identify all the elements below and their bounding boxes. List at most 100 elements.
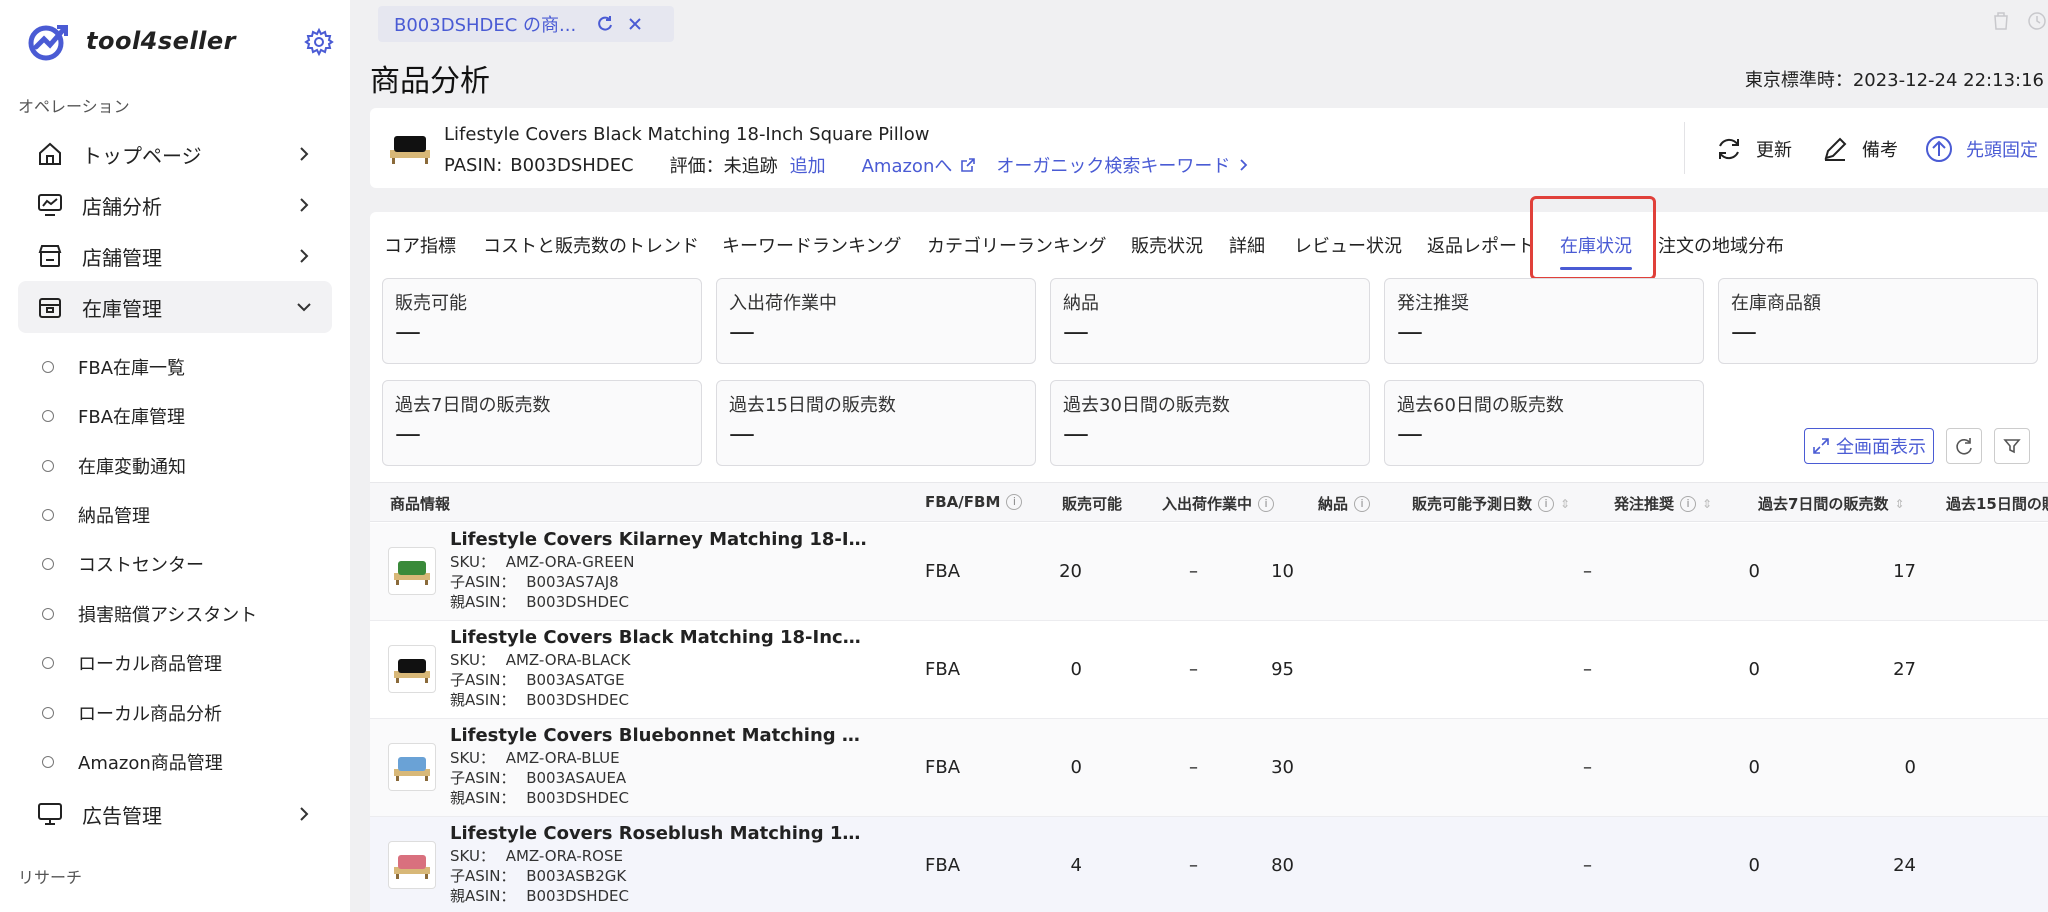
sidebar-item-top[interactable]: トップページ — [18, 128, 332, 180]
sidebar-sub-fba-manage[interactable]: FBA在庫管理 — [42, 401, 185, 431]
stat-60d: 過去60日間の販売数 — — [1384, 380, 1704, 466]
analysis-tabs: コア指標 コストと販売数のトレンド キーワードランキング カテゴリーランキング … — [370, 196, 2048, 280]
cell-7d: 24 — [1893, 855, 1916, 876]
refresh-button[interactable]: 更新 — [1714, 134, 1792, 164]
col-label: 納品 — [1318, 495, 1349, 513]
sidebar-sub-damage[interactable]: 損害賠償アシスタント — [42, 599, 257, 629]
product-title[interactable]: Lifestyle Covers Black Matching 18-Inch … — [450, 627, 870, 648]
parent-asin-value: B003DSHDEC — [526, 887, 629, 905]
chevron-right-icon[interactable] — [1236, 157, 1252, 173]
fullscreen-button[interactable]: 全画面表示 — [1804, 428, 1934, 464]
info-icon[interactable]: i — [1354, 495, 1371, 512]
table-row[interactable]: Lifestyle Covers Kilarney Matching 18-In… — [370, 523, 2048, 621]
section-operation: オペレーション — [18, 97, 130, 116]
child-asin-label: 子ASIN： — [450, 671, 516, 689]
tab-details[interactable]: 詳細 — [1229, 232, 1265, 258]
sort-icon[interactable]: ⇕ — [1894, 497, 1904, 511]
bullet — [42, 509, 54, 521]
sidebar-item-store-analysis[interactable]: 店舗分析 — [18, 179, 332, 231]
stat-label: 在庫商品額 — [1731, 293, 1821, 314]
rating-label: 評価： — [669, 156, 724, 177]
col-days: 販売可能予測日数 i ⇕ — [1412, 493, 1570, 514]
table-header: 商品情報 FBA/FBM i 販売可能 入出荷作業中 i 納品 i 販売可能予測日数 i… — [370, 482, 2048, 522]
stat-value: — — [395, 419, 421, 449]
trash-icon[interactable] — [1990, 10, 2012, 32]
tab-sales[interactable]: 販売状況 — [1131, 232, 1203, 258]
rating-value: 未追跡 — [723, 156, 778, 177]
clock-icon[interactable] — [2026, 10, 2048, 32]
add-link[interactable]: 追加 — [790, 152, 826, 178]
stat-value: — — [1063, 419, 1089, 449]
sidebar-sub-local-products[interactable]: ローカル商品管理 — [42, 648, 222, 678]
pillow-swatch — [398, 855, 426, 869]
cell-reorder: 0 — [1748, 659, 1760, 680]
pencil-icon — [1824, 137, 1847, 161]
tab-region[interactable]: 注文の地域分布 — [1658, 232, 1784, 258]
sort-icon[interactable]: ⇕ — [1702, 497, 1712, 511]
product-thumbnail — [388, 743, 436, 791]
sidebar-sub-cost-center[interactable]: コストセンター — [42, 549, 204, 579]
external-link-icon[interactable] — [960, 157, 976, 173]
clock-value: 2023-12-24 22:13:16 — [1852, 70, 2044, 91]
page-tab[interactable]: B003DSHDEC の商... — [378, 6, 674, 42]
sku-value: AMZ-ORA-BLACK — [505, 651, 631, 669]
sidebar-item-ads[interactable]: 広告管理 — [18, 788, 332, 840]
info-icon[interactable]: i — [1258, 495, 1275, 512]
cell-inbound: – — [1189, 855, 1198, 876]
sku-line: SKU： AMZ-ORA-GREEN — [450, 551, 635, 572]
tab-cost-trend[interactable]: コストと販売数のトレンド — [483, 232, 699, 258]
table-row[interactable]: Lifestyle Covers Black Matching 18-Inch … — [370, 621, 2048, 719]
sidebar-item-label: 在庫管理 — [82, 296, 162, 321]
sidebar-item-store-management[interactable]: 店舗管理 — [18, 230, 332, 282]
gear-icon[interactable] — [304, 27, 334, 57]
table-refresh-button[interactable] — [1946, 428, 1982, 464]
cell-reorder: 0 — [1748, 561, 1760, 582]
stat-value: — — [1397, 317, 1423, 347]
sidebar-item-label: 広告管理 — [82, 803, 162, 828]
bullet — [42, 608, 54, 620]
arrow-up-circle-icon — [1926, 136, 1952, 162]
col-reorder: 発注推奨 i ⇕ — [1614, 493, 1712, 514]
cell-inbound: – — [1189, 757, 1198, 778]
note-button[interactable]: 備考 — [1820, 134, 1898, 164]
amazon-link[interactable]: Amazonへ — [862, 152, 953, 178]
tab-core-metrics[interactable]: コア指標 — [384, 232, 456, 258]
sidebar-sub-fba-list[interactable]: FBA在庫一覧 — [42, 352, 185, 382]
pin-top-button[interactable]: 先頭固定 — [1924, 134, 2038, 164]
sku-value: AMZ-ORA-BLUE — [505, 749, 620, 767]
reload-icon[interactable] — [596, 15, 614, 33]
brand[interactable]: tool4seller — [26, 16, 236, 66]
bullet — [42, 361, 54, 373]
parent-asin-line: 親ASIN： B003DSHDEC — [450, 787, 629, 808]
close-icon[interactable] — [626, 15, 644, 33]
tab-keyword-ranking[interactable]: キーワードランキング — [722, 232, 901, 258]
pin-label: 先頭固定 — [1966, 140, 2038, 161]
chart-monitor-icon — [38, 194, 62, 216]
product-title[interactable]: Lifestyle Covers Kilarney Matching 18-In… — [450, 529, 870, 550]
stat-label: 入出荷作業中 — [729, 293, 837, 314]
logo-icon — [28, 25, 68, 61]
info-icon[interactable]: i — [1680, 495, 1697, 512]
sub-label: Amazon商品管理 — [78, 753, 223, 774]
sidebar-sub-amazon-products[interactable]: Amazon商品管理 — [42, 747, 223, 777]
organic-keyword-link[interactable]: オーガニック検索キーワード — [996, 152, 1230, 178]
sort-icon[interactable]: ⇕ — [1560, 497, 1570, 511]
sku-value: AMZ-ORA-ROSE — [505, 847, 623, 865]
tab-returns[interactable]: 返品レポート — [1427, 232, 1535, 258]
filter-button[interactable] — [1994, 428, 2030, 464]
sub-label: FBA在庫一覧 — [78, 358, 186, 379]
parent-asin-label: 親ASIN： — [450, 593, 516, 611]
sidebar-item-inventory[interactable]: 在庫管理 — [18, 281, 332, 333]
product-title[interactable]: Lifestyle Covers Roseblush Matching 18-I… — [450, 823, 870, 844]
sidebar-sub-delivery[interactable]: 納品管理 — [42, 500, 150, 530]
info-icon[interactable]: i — [1006, 494, 1023, 510]
tab-category-ranking[interactable]: カテゴリーランキング — [927, 232, 1106, 258]
table-row[interactable]: Lifestyle Covers Bluebonnet Matching 18-… — [370, 719, 2048, 817]
product-title[interactable]: Lifestyle Covers Bluebonnet Matching 18-… — [450, 725, 870, 746]
info-icon[interactable]: i — [1538, 495, 1555, 512]
sidebar-sub-local-analysis[interactable]: ローカル商品分析 — [42, 698, 222, 728]
table-row[interactable]: Lifestyle Covers Roseblush Matching 18-I… — [370, 817, 2048, 912]
tab-reviews[interactable]: レビュー状況 — [1294, 232, 1402, 258]
sidebar-sub-stock-alert[interactable]: 在庫変動通知 — [42, 451, 186, 481]
cell-days: – — [1583, 561, 1592, 582]
